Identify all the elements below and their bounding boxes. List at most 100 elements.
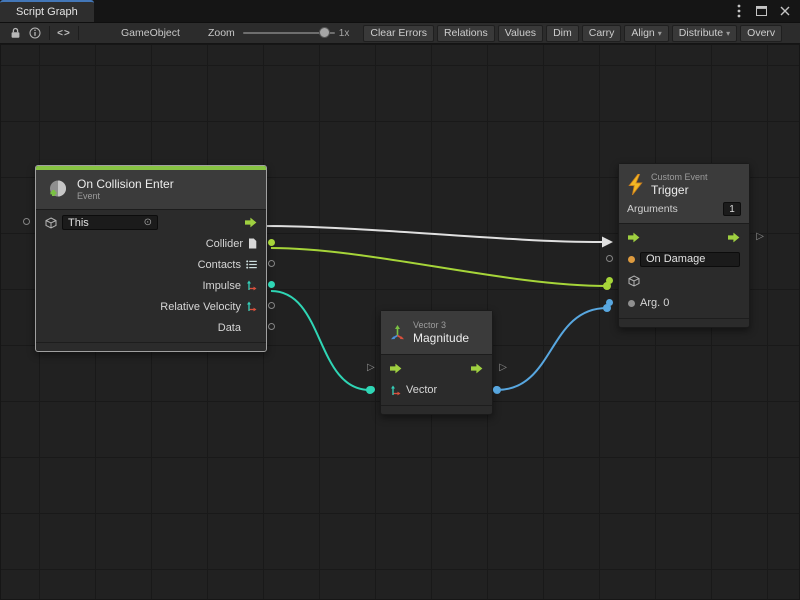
contacts-output-port[interactable] <box>268 260 275 267</box>
clear-errors-button[interactable]: Clear Errors <box>363 25 434 42</box>
unity-script-graph-window: Script Graph <> GameObject Zoom <box>0 0 800 600</box>
node-on-collision-enter[interactable]: On Collision Enter Event This ⊙ <box>35 165 267 352</box>
flow-output-triangle[interactable]: ▷ <box>499 362 507 373</box>
arguments-count-field[interactable]: 1 <box>723 202 741 216</box>
close-icon[interactable] <box>778 5 791 18</box>
flow-input-triangle[interactable]: ▷ <box>367 362 375 373</box>
event-name-field[interactable]: On Damage <box>640 252 740 267</box>
port-label: Arg. 0 <box>640 297 669 309</box>
node-body: ▷ On Damage <box>619 224 749 316</box>
node-header-text: Custom Event Trigger <box>651 172 708 197</box>
node-footer <box>36 342 266 351</box>
tab-script-graph[interactable]: Script Graph <box>0 0 94 22</box>
vector-axis-icon <box>390 385 401 396</box>
collider-output-port[interactable] <box>268 239 275 246</box>
node-header[interactable]: Vector 3 Magnitude <box>381 311 492 355</box>
node-vector3-magnitude[interactable]: Vector 3 Magnitude ▷ ▷ <box>380 310 493 415</box>
relative-velocity-output-port[interactable] <box>268 302 275 309</box>
target-row <box>619 270 749 292</box>
dim-button[interactable]: Dim <box>546 25 579 42</box>
flow-output-arrow[interactable] <box>728 232 740 243</box>
node-header[interactable]: On Collision Enter Event <box>36 170 266 210</box>
carry-button[interactable]: Carry <box>582 25 622 42</box>
window-controls <box>723 0 800 22</box>
node-footer <box>381 405 492 414</box>
output-row-collider: Collider <box>36 233 266 254</box>
vector-input-row: Vector <box>381 379 492 401</box>
zoom-slider-handle[interactable] <box>319 27 330 38</box>
toolbar-separator <box>78 26 79 40</box>
port-label: Relative Velocity <box>160 301 241 313</box>
node-type-label: Custom Event <box>651 172 708 183</box>
impulse-output-port[interactable] <box>268 281 275 288</box>
align-dropdown[interactable]: Align ▾ <box>624 25 668 42</box>
gameobject-cube-icon <box>45 217 57 229</box>
target-object-value: This <box>68 217 89 229</box>
collider-doc-icon <box>248 238 257 249</box>
string-literal-dot <box>628 256 635 263</box>
info-icon[interactable] <box>25 24 45 42</box>
contacts-list-icon <box>246 260 257 269</box>
node-type-label: Vector 3 <box>413 320 469 331</box>
node-body: This ⊙ Collider Contacts <box>36 210 266 340</box>
vector-axis-icon <box>246 280 257 291</box>
port-label: Data <box>218 322 241 334</box>
lightning-icon <box>627 174 644 195</box>
icon-spacer <box>246 327 257 328</box>
node-header-text: Vector 3 Magnitude <box>413 320 469 345</box>
target-input-port[interactable] <box>606 277 613 284</box>
flow-input-arrow[interactable] <box>628 232 640 243</box>
vector-axis-icon <box>246 301 257 312</box>
flow-input-arrow[interactable] <box>390 363 402 374</box>
port-label: Impulse <box>202 280 241 292</box>
node-subtitle: Event <box>77 191 174 202</box>
self-input-port[interactable] <box>23 218 30 225</box>
node-header[interactable]: Custom Event Trigger Arguments 1 <box>619 164 749 224</box>
output-row-impulse: Impulse <box>36 275 266 296</box>
arg0-row: Arg. 0 <box>619 292 749 314</box>
node-title: On Collision Enter <box>77 177 174 191</box>
lock-icon[interactable] <box>5 24 25 42</box>
maximize-icon[interactable] <box>755 5 768 18</box>
overview-button[interactable]: Overv <box>740 25 782 42</box>
vector-input-port[interactable] <box>368 386 375 393</box>
arg0-value-dot <box>628 300 635 307</box>
node-header-row: Custom Event Trigger <box>627 172 741 197</box>
arg0-input-port[interactable] <box>606 299 613 306</box>
object-picker-icon[interactable]: ⊙ <box>144 217 152 228</box>
magnitude-output-port[interactable] <box>493 386 500 393</box>
graph-toolbar: <> GameObject Zoom 1x Clear Errors Relat… <box>0 22 800 44</box>
node-header-text: On Collision Enter Event <box>77 177 174 202</box>
values-button[interactable]: Values <box>498 25 543 42</box>
output-row-data: Data <box>36 317 266 338</box>
event-name-value: On Damage <box>646 253 705 265</box>
code-view-icon[interactable]: <> <box>54 24 74 42</box>
collision-event-icon <box>46 178 70 202</box>
event-name-input-port[interactable] <box>606 255 613 262</box>
event-name-row: On Damage <box>619 248 749 270</box>
port-label: Vector <box>406 384 437 396</box>
gameobject-cube-icon <box>628 275 640 287</box>
data-output-port[interactable] <box>268 323 275 330</box>
node-footer <box>619 318 749 327</box>
flow-row: ▷ ▷ <box>381 357 492 379</box>
distribute-dropdown[interactable]: Distribute ▾ <box>672 25 737 42</box>
target-row: This ⊙ <box>36 212 266 233</box>
graph-canvas[interactable]: On Collision Enter Event This ⊙ <box>0 44 800 600</box>
flow-output-triangle[interactable]: ▷ <box>756 231 764 242</box>
tab-title: Script Graph <box>16 6 78 18</box>
toolbar-separator <box>49 26 50 40</box>
flow-output-arrow[interactable] <box>471 363 483 374</box>
chevron-down-icon: ▾ <box>726 29 730 38</box>
vector3-icon <box>389 324 406 341</box>
port-label: Collider <box>206 238 243 250</box>
zoom-slider[interactable] <box>243 26 335 40</box>
port-label: Contacts <box>198 259 241 271</box>
node-title: Trigger <box>651 183 708 197</box>
flow-output-arrow[interactable] <box>245 217 257 228</box>
node-custom-event-trigger[interactable]: Custom Event Trigger Arguments 1 <box>618 163 750 328</box>
target-object-field[interactable]: This ⊙ <box>62 215 158 230</box>
relations-button[interactable]: Relations <box>437 25 495 42</box>
menu-dots-icon[interactable] <box>732 5 745 18</box>
gameobject-label: GameObject <box>121 27 180 39</box>
